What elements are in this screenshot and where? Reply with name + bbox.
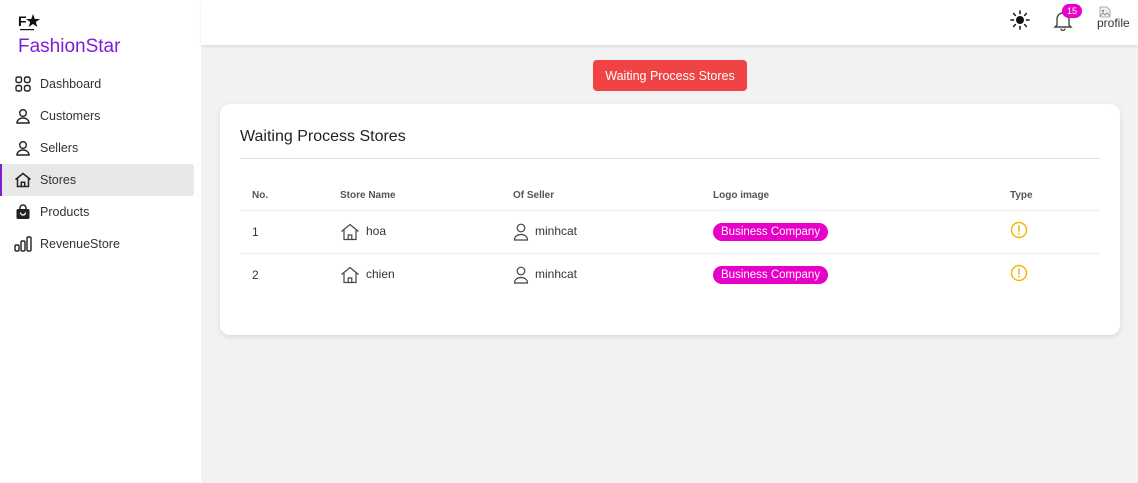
- notification-badge: 15: [1062, 4, 1083, 18]
- user-icon: [513, 266, 529, 284]
- svg-text:F: F: [18, 13, 27, 29]
- grid-icon: [14, 75, 32, 93]
- row-number: 1: [240, 210, 328, 254]
- user-icon: [14, 107, 32, 125]
- user-icon: [513, 223, 529, 241]
- home-icon: [14, 171, 32, 189]
- user-icon: [14, 139, 32, 157]
- home-icon: [340, 223, 360, 241]
- column-header-type: Type: [998, 182, 1100, 211]
- store-name-cell: chien: [328, 253, 501, 296]
- seller-name[interactable]: minhcat: [535, 224, 577, 238]
- shopping-bag-icon: [14, 203, 32, 221]
- sidebar-item-label: Customers: [40, 109, 101, 123]
- home-icon: [340, 266, 360, 284]
- seller-cell: minhcat: [501, 210, 701, 254]
- top-bar: [201, 0, 1138, 45]
- column-header-of-seller: Of Seller: [501, 182, 701, 211]
- store-name-cell: hoa: [328, 210, 501, 254]
- sidebar-item-dashboard[interactable]: Dashboard: [0, 68, 194, 100]
- fashionstar-logo[interactable]: F: [18, 12, 40, 32]
- profile-alt-text: profile: [1097, 16, 1130, 30]
- brand-name[interactable]: FashionStar: [18, 36, 120, 58]
- type-cell: [998, 210, 1100, 254]
- column-header-logo-image: Logo image: [701, 182, 998, 211]
- type-cell: [998, 253, 1100, 296]
- logo-cell: Business Company: [701, 210, 998, 254]
- sidebar-item-stores[interactable]: Stores: [0, 164, 194, 196]
- column-header-store-name: Store Name: [328, 182, 501, 211]
- sidebar-item-products[interactable]: Products: [0, 196, 194, 228]
- seller-cell: minhcat: [501, 253, 701, 296]
- table-row[interactable]: 2 chien minhcat Business Company: [240, 253, 1100, 296]
- table-header-row: No. Store Name Of Seller Logo image Type: [240, 182, 1100, 211]
- logo-cell: Business Company: [701, 253, 998, 296]
- sidebar-item-customers[interactable]: Customers: [0, 100, 194, 132]
- card-title: Waiting Process Stores: [240, 128, 406, 145]
- logo-badge: Business Company: [713, 265, 829, 284]
- sidebar-item-label: RevenueStore: [40, 237, 120, 251]
- sidebar: F FashionStar Dashboard Customers Seller…: [0, 0, 201, 483]
- column-header-no: No.: [240, 182, 328, 211]
- profile-avatar[interactable]: profile: [1097, 6, 1137, 36]
- divider: [240, 158, 1100, 159]
- waiting-stores-card: Waiting Process Stores No. Store Name Of…: [220, 104, 1120, 335]
- waiting-process-stores-button[interactable]: Waiting Process Stores: [593, 60, 747, 91]
- bar-chart-icon: [14, 235, 32, 253]
- sidebar-item-label: Sellers: [40, 141, 79, 155]
- pending-icon[interactable]: [1010, 264, 1028, 282]
- sidebar-item-label: Products: [40, 205, 90, 219]
- pending-icon[interactable]: [1010, 221, 1028, 239]
- logo-badge: Business Company: [713, 222, 829, 241]
- store-name[interactable]: hoa: [366, 224, 386, 238]
- seller-name[interactable]: minhcat: [535, 267, 577, 281]
- table-row[interactable]: 1 hoa minhcat Business Company: [240, 210, 1100, 254]
- store-name[interactable]: chien: [366, 267, 395, 281]
- theme-toggle-sun-icon[interactable]: [1010, 10, 1030, 30]
- row-number: 2: [252, 267, 259, 282]
- sidebar-item-label: Stores: [40, 173, 77, 187]
- stores-table: No. Store Name Of Seller Logo image Type…: [240, 182, 1100, 296]
- sidebar-item-revenuestore[interactable]: RevenueStore: [0, 228, 194, 260]
- sidebar-item-label: Dashboard: [40, 77, 102, 91]
- sidebar-nav: Dashboard Customers Sellers Stores Produ…: [0, 68, 201, 260]
- sidebar-item-sellers[interactable]: Sellers: [0, 132, 194, 164]
